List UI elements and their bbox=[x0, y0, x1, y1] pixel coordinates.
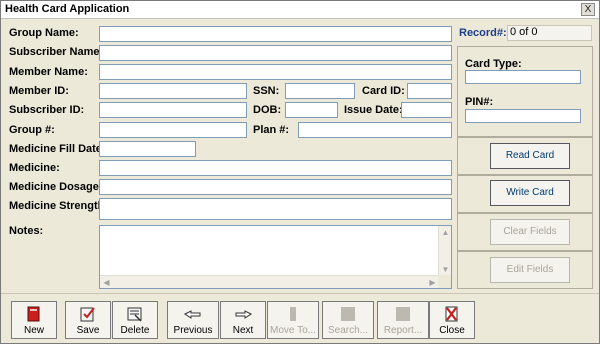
scroll-left-icon[interactable]: ◀ bbox=[100, 276, 113, 289]
book-icon bbox=[27, 306, 40, 322]
write-card-button[interactable]: Write Card bbox=[490, 180, 570, 206]
window-close-icon[interactable]: X bbox=[581, 3, 595, 16]
medicine-label: Medicine: bbox=[9, 162, 60, 174]
read-card-button[interactable]: Read Card bbox=[490, 143, 570, 169]
separator bbox=[1, 293, 599, 294]
next-button[interactable]: Next bbox=[220, 301, 266, 339]
pin-label: PIN#: bbox=[465, 96, 494, 108]
member-name-label: Member Name: bbox=[9, 66, 88, 78]
previous-button-label: Previous bbox=[173, 325, 213, 336]
delete-button-label: Delete bbox=[120, 325, 150, 336]
delete-button[interactable]: Delete bbox=[112, 301, 158, 339]
card-id-label: Card ID: bbox=[362, 85, 405, 97]
medicine-fill-date-label: Medicine Fill Date: bbox=[9, 143, 106, 155]
move-to-icon bbox=[290, 307, 296, 321]
medicine-dosage-label: Medicine Dosage: bbox=[9, 181, 103, 193]
move-to-button-label: Move To... bbox=[270, 325, 316, 336]
next-button-label: Next bbox=[232, 325, 254, 336]
scroll-up-icon[interactable]: ▲ bbox=[439, 226, 452, 239]
new-button[interactable]: New bbox=[11, 301, 57, 339]
pin-field[interactable] bbox=[465, 109, 581, 123]
report-button-label: Report... bbox=[383, 325, 423, 336]
report-icon bbox=[396, 307, 410, 321]
notes-vertical-scrollbar[interactable]: ▲ ▼ bbox=[438, 226, 451, 276]
save-button[interactable]: Save bbox=[65, 301, 111, 339]
issue-date-field[interactable] bbox=[401, 102, 452, 118]
new-button-label: New bbox=[23, 325, 44, 336]
main-window: Health Card Application X Group Name: Su… bbox=[0, 0, 600, 344]
notes-horizontal-scrollbar[interactable]: ◀ ▶ bbox=[100, 275, 439, 288]
save-button-label: Save bbox=[76, 325, 100, 336]
card-type-field[interactable] bbox=[465, 70, 581, 84]
medicine-strength-field[interactable] bbox=[99, 198, 452, 220]
hand-right-icon bbox=[235, 310, 252, 319]
medicine-strength-label: Medicine Strength: bbox=[9, 200, 109, 212]
edit-fields-button[interactable]: Edit Fields bbox=[490, 257, 570, 283]
notes-label: Notes: bbox=[9, 225, 44, 237]
dob-label: DOB: bbox=[253, 104, 282, 116]
record-label: Record#: bbox=[459, 27, 507, 39]
subscriber-name-field[interactable] bbox=[99, 45, 452, 61]
medicine-field[interactable] bbox=[99, 160, 452, 176]
save-icon bbox=[80, 307, 95, 322]
ssn-field[interactable] bbox=[285, 83, 355, 99]
issue-date-label: Issue Date: bbox=[344, 104, 403, 116]
report-button[interactable]: Report... bbox=[377, 301, 429, 339]
search-button[interactable]: Search... bbox=[322, 301, 374, 339]
card-info-panel: Card Type: PIN#: bbox=[457, 46, 593, 137]
search-icon bbox=[341, 307, 355, 321]
search-button-label: Search... bbox=[327, 325, 369, 336]
window-title: Health Card Application bbox=[5, 3, 130, 15]
record-value: 0 of 0 bbox=[507, 25, 592, 41]
clear-fields-button[interactable]: Clear Fields bbox=[490, 219, 570, 245]
scrollbar-corner bbox=[438, 275, 451, 288]
dob-field[interactable] bbox=[285, 102, 338, 118]
ssn-label: SSN: bbox=[253, 85, 280, 97]
title-bar: Health Card Application X bbox=[1, 1, 599, 19]
group-num-label: Group #: bbox=[9, 124, 55, 136]
plan-num-label: Plan #: bbox=[253, 124, 290, 136]
member-name-field[interactable] bbox=[99, 64, 452, 80]
toolbar: New Save Delete Previous Next Move To...… bbox=[9, 301, 477, 339]
card-id-field[interactable] bbox=[407, 83, 452, 99]
medicine-fill-date-field[interactable] bbox=[99, 141, 196, 157]
medicine-dosage-field[interactable] bbox=[99, 179, 452, 195]
hand-left-icon bbox=[184, 310, 201, 319]
group-name-label: Group Name: bbox=[9, 27, 79, 39]
delete-icon bbox=[127, 307, 142, 322]
group-num-field[interactable] bbox=[99, 122, 247, 138]
plan-num-field[interactable] bbox=[298, 122, 452, 138]
move-to-button[interactable]: Move To... bbox=[267, 301, 319, 339]
previous-button[interactable]: Previous bbox=[167, 301, 219, 339]
member-id-label: Member ID: bbox=[9, 85, 69, 97]
member-id-field[interactable] bbox=[99, 83, 247, 99]
notes-textarea[interactable]: ▲ ▼ ◀ ▶ bbox=[99, 225, 452, 289]
subscriber-id-label: Subscriber ID: bbox=[9, 104, 85, 116]
close-icon bbox=[445, 306, 458, 322]
card-type-label: Card Type: bbox=[465, 58, 522, 70]
subscriber-name-label: Subscriber Name: bbox=[9, 46, 104, 58]
subscriber-id-field[interactable] bbox=[99, 102, 247, 118]
close-button-label: Close bbox=[439, 325, 465, 336]
group-name-field[interactable] bbox=[99, 26, 452, 42]
close-button[interactable]: Close bbox=[429, 301, 475, 339]
